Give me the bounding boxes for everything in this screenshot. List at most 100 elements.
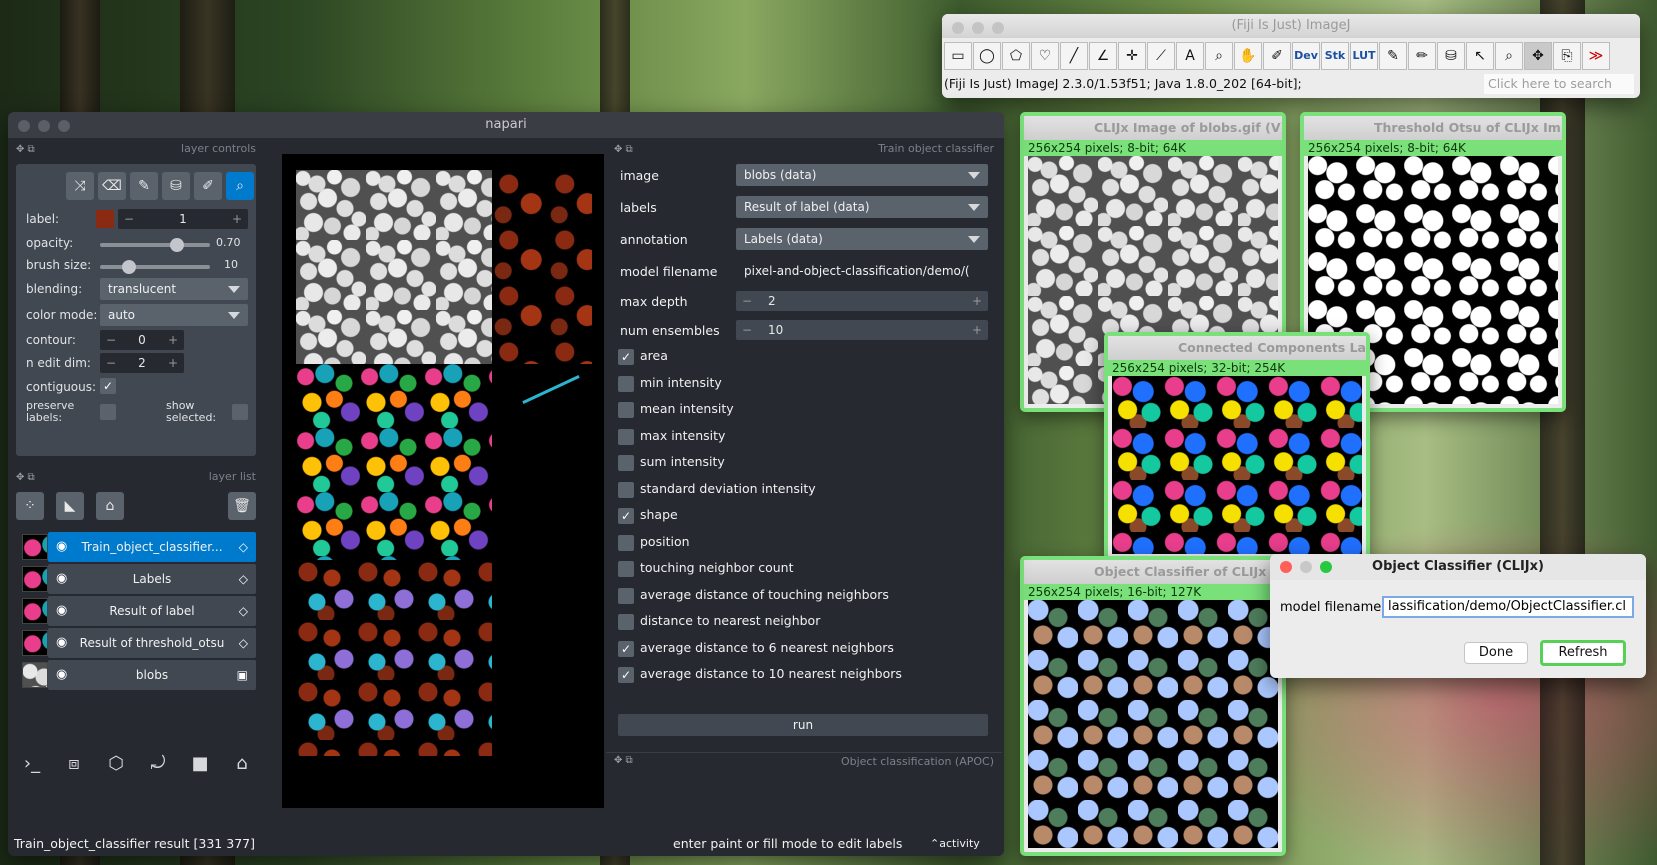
zoom-button[interactable] (1320, 561, 1332, 573)
annotation-select[interactable]: Labels (data) (736, 228, 988, 250)
layer-item[interactable]: ◉ blobs ▣ (48, 660, 256, 690)
minimize-button[interactable] (38, 120, 50, 132)
zoom-button[interactable] (58, 120, 70, 132)
color-mode-select[interactable]: auto (100, 304, 248, 326)
layer-item[interactable]: ◉ Labels ◇ (48, 564, 256, 594)
multipoint-icon[interactable]: ✛ (1118, 42, 1146, 70)
zoom-button[interactable] (992, 22, 1004, 34)
transpose-icon[interactable]: ⤾ (144, 750, 172, 778)
feature-checkbox[interactable] (618, 375, 634, 392)
close-button[interactable] (952, 22, 964, 34)
close-button[interactable] (18, 120, 30, 132)
labels-select[interactable]: Result of label (data) (736, 196, 988, 218)
trash-icon[interactable]: 🗑 (228, 492, 256, 520)
eye-icon[interactable]: ◉ (56, 532, 67, 562)
rectangle-icon[interactable]: ▭ (944, 42, 972, 70)
tool-lut[interactable]: LUT (1350, 42, 1378, 70)
hand-icon[interactable]: ✋ (1234, 42, 1262, 70)
close-button[interactable] (1280, 561, 1292, 573)
viewer-canvas[interactable] (282, 154, 604, 808)
search-field[interactable]: Click here to search (1484, 74, 1634, 94)
eye-icon[interactable]: ◉ (56, 628, 67, 658)
pin-icon[interactable]: ✥ ⧉ (16, 472, 35, 483)
eye-icon[interactable]: ◉ (56, 660, 67, 690)
flood-fill-icon[interactable]: ⛁ (1437, 42, 1465, 70)
pin-icon[interactable]: ✥ ⧉ (16, 144, 35, 155)
new-labels-icon[interactable]: ⌂ (96, 492, 124, 520)
image-select[interactable]: blobs (data) (736, 164, 988, 186)
show-selected-checkbox[interactable] (232, 404, 248, 420)
n-edit-dim-spinbox[interactable]: −2 + (100, 353, 184, 373)
paint-brush-icon[interactable]: ✎ (130, 172, 158, 200)
feature-checkbox[interactable]: ✓ (618, 508, 634, 524)
move-icon[interactable]: ✥ (1524, 42, 1552, 70)
ndisplay-icon[interactable]: ⧈ (60, 750, 88, 778)
refresh-button[interactable]: Refresh (1540, 640, 1626, 666)
contour-spinbox[interactable]: −0 + (100, 330, 184, 350)
text-icon[interactable]: A (1176, 42, 1204, 70)
grid-toggle-icon[interactable]: ■ (186, 750, 214, 778)
label-color-swatch[interactable] (96, 210, 114, 228)
tool-stk[interactable]: Stk (1321, 42, 1349, 70)
feature-checkbox[interactable] (618, 534, 634, 551)
eye-icon[interactable]: ◉ (56, 564, 67, 594)
opacity-slider-handle[interactable] (170, 238, 184, 252)
roll-dims-icon[interactable]: ⬡ (102, 750, 130, 778)
wand-icon[interactable]: ⟋ (1147, 42, 1175, 70)
new-shapes-icon[interactable]: ◣ (56, 492, 84, 520)
magnifier-icon[interactable]: ⌕ (1205, 42, 1233, 70)
contiguous-checkbox[interactable]: ✓ (100, 378, 116, 394)
pin-icon[interactable]: ✥ ⧉ (614, 144, 633, 155)
opacity-slider[interactable] (100, 238, 210, 252)
feature-checkbox[interactable] (618, 481, 634, 498)
run-button[interactable]: run (618, 714, 988, 736)
done-button[interactable]: Done (1464, 642, 1528, 664)
polygon-icon[interactable]: ⬠ (1002, 42, 1030, 70)
connected-components-image[interactable] (1112, 376, 1362, 554)
new-points-icon[interactable]: ⁘ (16, 492, 44, 520)
pin-icon[interactable]: ✥ ⧉ (614, 755, 633, 766)
layer-item[interactable]: ◉ Train_object_classifier... ◇ (48, 532, 256, 562)
max-depth-spinbox[interactable]: −2 + (736, 291, 988, 311)
layer-item[interactable]: ◉ Result of label ◇ (48, 596, 256, 626)
feature-checkbox[interactable] (618, 428, 634, 445)
color-picker-icon[interactable]: ✐ (194, 172, 222, 200)
arrow-tool-icon[interactable]: ↖ (1466, 42, 1494, 70)
feature-checkbox[interactable] (618, 455, 634, 471)
brush-slider-handle[interactable] (122, 260, 136, 274)
preserve-labels-checkbox[interactable] (100, 404, 116, 420)
activity-button[interactable]: ⌃activity (930, 837, 980, 850)
feature-checkbox[interactable] (618, 402, 634, 418)
object-classifier-image[interactable] (1028, 600, 1278, 848)
oval-icon[interactable]: ◯ (973, 42, 1001, 70)
label-spinbox[interactable]: −1 + (118, 209, 248, 229)
home-icon[interactable]: ⌂ (228, 750, 256, 778)
feature-checkbox[interactable]: ✓ (618, 640, 634, 657)
feature-checkbox[interactable] (618, 561, 634, 577)
connected-components-window[interactable]: Connected Components La... 256x254 pixel… (1104, 332, 1370, 562)
console-icon[interactable]: ›_ (18, 750, 46, 778)
feature-checkbox[interactable] (618, 614, 634, 630)
brush-size-slider[interactable] (100, 260, 210, 274)
feature-checkbox[interactable] (618, 587, 634, 604)
pan-zoom-icon[interactable]: ⌕ (226, 172, 254, 200)
minimize-button[interactable] (1300, 561, 1312, 573)
dropper-icon[interactable]: ✐ (1263, 42, 1291, 70)
model-filename-field[interactable]: lassification/demo/ObjectClassifier.cl (1382, 596, 1634, 618)
feature-checkbox[interactable]: ✓ (618, 349, 634, 365)
eye-icon[interactable]: ◉ (56, 596, 67, 626)
num-ensembles-spinbox[interactable]: −10 + (736, 320, 988, 340)
blending-select[interactable]: translucent (100, 278, 248, 300)
tool-dev[interactable]: Dev (1292, 42, 1320, 70)
fill-bucket-icon[interactable]: ⛁ (162, 172, 190, 200)
brush-icon[interactable]: ✏ (1408, 42, 1436, 70)
eraser-icon[interactable]: ⌫ (98, 172, 126, 200)
script-icon[interactable]: ⎘ (1553, 42, 1581, 70)
object-classifier-window[interactable]: Object Classifier of CLIJx I... 256x254 … (1020, 556, 1286, 856)
feature-checkbox[interactable]: ✓ (618, 667, 634, 683)
zoom-tool-icon[interactable]: ⌕ (1495, 42, 1523, 70)
freehand-icon[interactable]: ♡ (1031, 42, 1059, 70)
minimize-button[interactable] (972, 22, 984, 34)
pencil-icon[interactable]: ✎ (1379, 42, 1407, 70)
angle-icon[interactable]: ∠ (1089, 42, 1117, 70)
